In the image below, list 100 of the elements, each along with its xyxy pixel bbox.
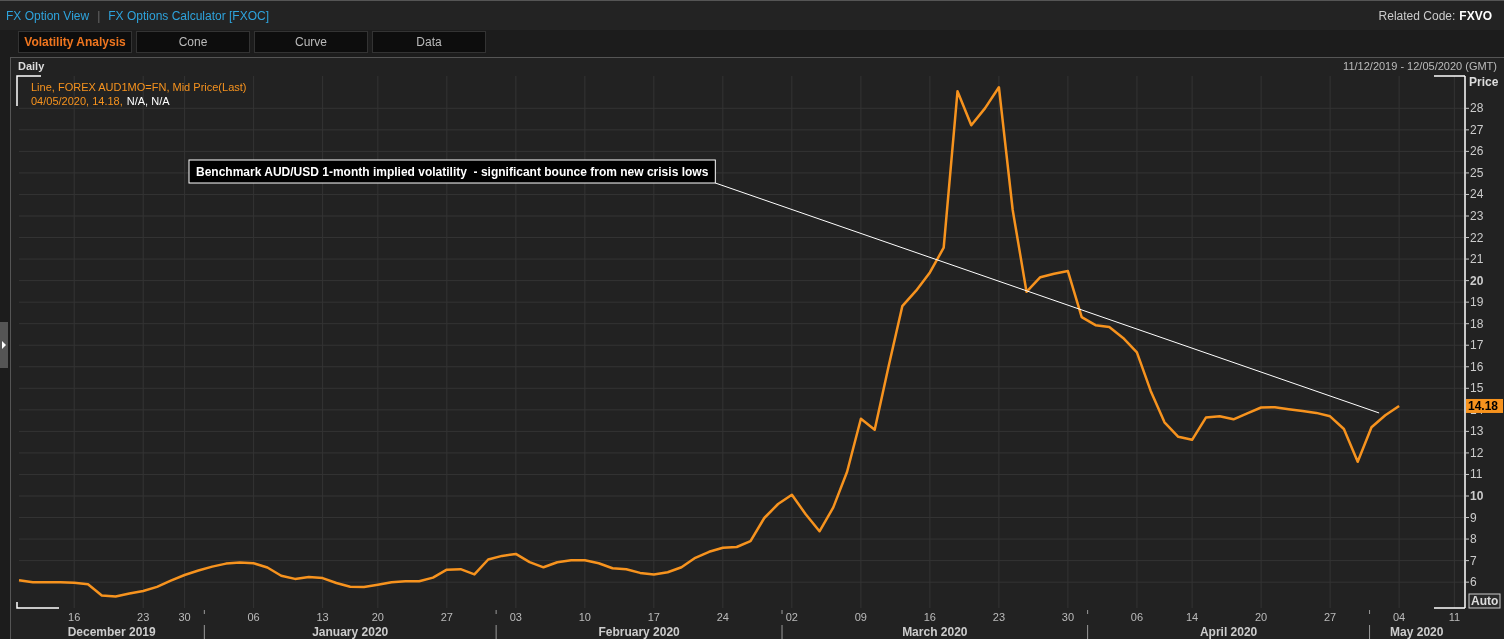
nav-link[interactable]: FX Option View xyxy=(6,6,90,25)
x-tick-label: 23 xyxy=(137,611,150,623)
y-tick-label: 20 xyxy=(1470,273,1484,288)
y-tick-label: 24 xyxy=(1470,187,1484,202)
x-tick-label: 24 xyxy=(716,611,729,623)
month-divider xyxy=(781,609,783,615)
month-label: January 2020 xyxy=(312,625,389,639)
x-tick-label: 06 xyxy=(1130,611,1144,623)
x-tick-label: 10 xyxy=(578,611,591,623)
x-tick-label: 14 xyxy=(1186,611,1199,623)
nav-link[interactable]: FX Options Calculator [FXOC] xyxy=(108,6,269,25)
annotation-label: Benchmark AUD/USD 1-month implied volatility - significant bounce from new crisis lows xyxy=(188,159,716,184)
x-tick-label: 20 xyxy=(1255,611,1268,623)
month-divider xyxy=(495,609,497,615)
tick-mark xyxy=(1464,581,1470,583)
month-label: March 2020 xyxy=(902,625,968,639)
x-tick-label: 02 xyxy=(785,611,798,623)
legend-value: N/A, N/A xyxy=(126,95,170,107)
y-tick-label: 21 xyxy=(1470,252,1484,267)
month-divider xyxy=(1087,624,1089,639)
tick-mark xyxy=(1464,452,1470,454)
y-tick-label: 16 xyxy=(1470,359,1484,374)
y-tick-label: 19 xyxy=(1470,295,1484,310)
tick-mark xyxy=(1464,258,1470,260)
tab[interactable]: Curve xyxy=(254,31,368,53)
y-tick-label: 17 xyxy=(1470,338,1484,353)
y-tick-label: 12 xyxy=(1470,445,1484,460)
tick-mark xyxy=(1464,344,1470,346)
annotation: Benchmark AUD/USD 1-month implied volatility - significant bounce from new crisis lows xyxy=(196,164,709,179)
y-tick-label: 26 xyxy=(1470,144,1484,159)
y-tick-label: 9 xyxy=(1470,510,1477,525)
y-tick-label: 15 xyxy=(1470,381,1484,396)
y-tick-label: 11 xyxy=(1470,467,1483,482)
x-tick-label: 27 xyxy=(1324,611,1337,623)
month-label: February 2020 xyxy=(598,625,680,639)
month-divider xyxy=(781,624,783,639)
tick-mark xyxy=(1464,193,1470,195)
tick-mark xyxy=(1464,560,1470,562)
tick-mark xyxy=(1464,129,1470,131)
tick-mark xyxy=(1464,387,1470,389)
tick-mark xyxy=(1464,430,1470,432)
x-tick-label: 27 xyxy=(440,611,453,623)
month-divider xyxy=(1369,624,1371,639)
y-tick-label: 25 xyxy=(1470,165,1484,180)
y-tick-label: 23 xyxy=(1470,209,1484,223)
y-tick-label: 10 xyxy=(1470,489,1484,503)
x-tick-label: 06 xyxy=(247,611,260,623)
legend-value: 04/05/2020, 14.18, xyxy=(31,95,123,107)
x-tick-label: 16 xyxy=(68,611,81,623)
tick-mark xyxy=(1464,366,1470,368)
tick-mark xyxy=(1464,323,1470,325)
y-tick-label: 6 xyxy=(1470,575,1477,590)
tab[interactable]: Data xyxy=(372,31,486,53)
tick-mark xyxy=(1464,150,1470,152)
date-range: 11/12/2019 - 12/05/2020 (GMT) xyxy=(1343,58,1497,74)
tick-mark xyxy=(1464,473,1470,475)
y-tick-label: 22 xyxy=(1470,230,1484,245)
x-tick-label: 30 xyxy=(178,611,191,623)
y-tick-label: 28 xyxy=(1470,101,1484,116)
auto-scale-button[interactable]: Auto xyxy=(1468,593,1501,609)
month-divider xyxy=(1087,609,1089,615)
x-tick-label: 11 xyxy=(1448,611,1461,623)
plot-corner xyxy=(16,601,60,609)
x-tick-label: 30 xyxy=(1061,611,1075,623)
x-tick-label: 16 xyxy=(923,611,936,623)
x-tick-label: 17 xyxy=(647,611,660,623)
tick-mark xyxy=(1464,495,1470,497)
month-divider xyxy=(1369,609,1371,615)
tick-mark xyxy=(1464,215,1470,217)
month-label: May 2020 xyxy=(1390,625,1444,639)
x-tick-label: 09 xyxy=(854,611,867,623)
y-tick-label: 13 xyxy=(1470,424,1484,439)
y-tick-label: 8 xyxy=(1470,532,1477,547)
legend-series: Line, FOREX AUD1MO=FN, Mid Price(Last) xyxy=(31,81,247,93)
separator: | xyxy=(97,7,101,25)
related-code-value: FXVO xyxy=(1459,7,1492,25)
y-tick-label: 18 xyxy=(1470,316,1484,331)
tick-mark xyxy=(1464,301,1470,303)
tick-mark xyxy=(1464,172,1470,174)
related-code-label: Related Code: xyxy=(1378,7,1456,25)
x-tick-label: 23 xyxy=(992,611,1005,623)
y-tick-label: 27 xyxy=(1470,122,1484,137)
month-label: December 2019 xyxy=(67,625,156,639)
tab[interactable]: Volatility Analysis xyxy=(18,31,132,53)
y-axis-title: Price xyxy=(1469,75,1499,89)
month-divider xyxy=(203,624,205,639)
tick-mark xyxy=(1464,107,1470,109)
month-divider xyxy=(203,609,205,615)
tick-mark xyxy=(1464,280,1470,282)
x-tick-label: 03 xyxy=(509,611,522,623)
tick-mark xyxy=(1464,237,1470,239)
tick-mark xyxy=(1464,538,1470,540)
y-tick-label: 7 xyxy=(1470,553,1477,568)
month-divider xyxy=(495,624,497,639)
month-label: April 2020 xyxy=(1199,625,1258,639)
x-tick-label: 04 xyxy=(1393,611,1406,623)
side-panel-handle[interactable] xyxy=(0,322,8,368)
tab[interactable]: Cone xyxy=(136,31,250,53)
x-tick-label: 20 xyxy=(371,611,384,623)
tick-mark xyxy=(1464,517,1470,519)
